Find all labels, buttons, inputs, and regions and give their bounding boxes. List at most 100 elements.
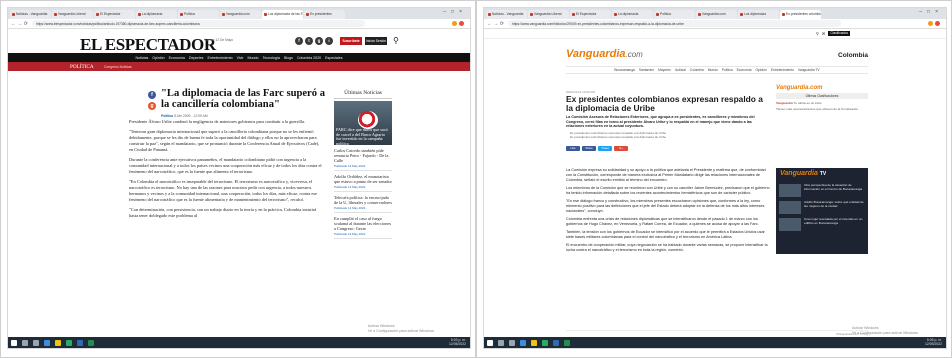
related-link[interactable]: Ex presidentes colombianos expresan resp… bbox=[570, 135, 760, 139]
extension-icon[interactable] bbox=[459, 21, 464, 26]
windows-start-icon[interactable] bbox=[11, 339, 17, 346]
site-logo[interactable]: Vanguardia.com bbox=[566, 48, 643, 60]
tweet-button[interactable]: Tweet bbox=[598, 146, 612, 151]
edge-icon[interactable] bbox=[520, 339, 526, 346]
nav-item[interactable]: Vivir bbox=[237, 56, 244, 60]
nav-item[interactable]: Noticias bbox=[135, 56, 148, 60]
login-button[interactable]: Iniciar Sesión bbox=[365, 37, 387, 45]
browser-tab[interactable]: Vanguardia.com bbox=[696, 10, 737, 19]
back-forward-reload-icon[interactable]: ← → ⟳ bbox=[487, 21, 504, 27]
browser-tab[interactable]: Política bbox=[178, 10, 219, 19]
list-item[interactable]: Telecafa política: la encrucijada de la … bbox=[334, 192, 392, 213]
list-item-title[interactable]: En cumplió el caso al fuego sculamá al d… bbox=[334, 216, 392, 231]
list-item[interactable]: Carlos Caicedo también pide renuncia Pet… bbox=[334, 145, 392, 171]
browser-tab[interactable]: La diplomacia bbox=[136, 10, 177, 19]
list-item[interactable]: Adolfo Ordóñez, el monotarista que estuv… bbox=[334, 171, 392, 192]
google-plus-icon[interactable]: g bbox=[315, 37, 323, 45]
nav-item[interactable]: Mundo bbox=[708, 68, 718, 72]
extension-icon[interactable] bbox=[935, 21, 940, 26]
article-author[interactable]: Política bbox=[161, 114, 173, 118]
browser-tab[interactable]: Vanguardia Liberal bbox=[52, 10, 93, 19]
list-item-title[interactable]: Telecafa política: la encrucijada de la … bbox=[334, 195, 392, 205]
window-controls-icon[interactable]: –□× bbox=[443, 9, 467, 15]
nav-item[interactable]: Colombia bbox=[690, 68, 704, 72]
nav-item[interactable]: Blogs bbox=[284, 56, 293, 60]
nav-item[interactable]: Opinión bbox=[152, 56, 164, 60]
search-icon[interactable] bbox=[22, 339, 28, 346]
tv-widget-header[interactable]: Vanguardia TV bbox=[776, 168, 868, 182]
site-logo[interactable]: EL ESPECTADOR bbox=[80, 35, 216, 55]
sidebar-brand[interactable]: Vanguardia.com bbox=[776, 85, 868, 91]
browser-tab[interactable]: El Espectador bbox=[570, 10, 611, 19]
section-subnav[interactable]: Congreso Noticias bbox=[104, 65, 132, 69]
file-explorer-icon[interactable] bbox=[55, 339, 61, 346]
windows-start-icon[interactable] bbox=[487, 339, 493, 346]
nav-item[interactable]: Mayores bbox=[658, 68, 671, 72]
browser-tab[interactable]: Vanguardia.com bbox=[220, 10, 261, 19]
file-explorer-icon[interactable] bbox=[531, 339, 537, 346]
chrome-icon[interactable] bbox=[66, 339, 72, 346]
system-tray[interactable]: 5:03 p. m. 12/05/2022 bbox=[449, 338, 466, 346]
back-forward-reload-icon[interactable]: ← → ⟳ bbox=[11, 21, 28, 27]
chrome-icon[interactable] bbox=[542, 339, 548, 346]
nav-item[interactable]: Mundo bbox=[248, 56, 259, 60]
browser-tab[interactable]: Noticias - Vanguardia bbox=[486, 10, 527, 19]
window-controls-icon[interactable]: –□× bbox=[919, 9, 943, 15]
sidebar-line[interactable]: Vanguardia Tu oferta es un éxito bbox=[776, 101, 868, 105]
excel-icon[interactable] bbox=[88, 339, 94, 346]
nav-item[interactable]: Política bbox=[722, 68, 733, 72]
search-icon[interactable] bbox=[498, 339, 504, 346]
task-view-icon[interactable] bbox=[509, 339, 515, 346]
video-thumbnail[interactable] bbox=[779, 218, 801, 231]
url-field[interactable]: https://www.vanguardia.com/historico/290… bbox=[507, 20, 841, 27]
browser-tab[interactable]: Ex presidentes bbox=[304, 10, 345, 19]
system-tray[interactable]: 5:05 p. m. 12/05/2022 bbox=[925, 338, 942, 346]
list-item[interactable]: Adolfo Bucaramanga: sobre qué entidad de… bbox=[776, 199, 868, 216]
sidebar-pill[interactable]: Últimas Clasificaciones bbox=[776, 93, 868, 99]
sidebar-line[interactable]: Tienen más reconocimientos que ofrecen d… bbox=[776, 107, 868, 111]
browser-tab[interactable]: Vanguardia Liberal bbox=[528, 10, 569, 19]
browser-tab[interactable]: El Espectador bbox=[94, 10, 135, 19]
share-facebook-icon[interactable]: f bbox=[148, 91, 156, 99]
nav-item[interactable]: Entretenimiento bbox=[207, 56, 232, 60]
browser-tab-active[interactable]: Los diplomacia de las Farc bbox=[262, 10, 303, 19]
feature-caption[interactable]: FARC dice que duros que sacó de carcel a… bbox=[336, 127, 390, 145]
search-icon[interactable]: ⚲ bbox=[393, 36, 399, 45]
instagram-icon[interactable]: i bbox=[325, 37, 333, 45]
list-item[interactable]: Una mujer rescatada por el incendio en u… bbox=[776, 216, 868, 233]
list-item[interactable]: Otra perspectiva de la situación de info… bbox=[776, 182, 868, 199]
facebook-like-button[interactable]: Like bbox=[566, 146, 580, 151]
feature-image[interactable]: FARC dice que duros que sacó de carcel a… bbox=[334, 101, 392, 145]
video-title[interactable]: Una mujer rescatada por el incendio en u… bbox=[804, 217, 865, 231]
browser-tab[interactable]: La diplomacia bbox=[612, 10, 653, 19]
browser-tab-active[interactable]: Ex presidentes colombianos bbox=[780, 10, 821, 19]
nav-item[interactable]: Bucaramanga bbox=[614, 68, 635, 72]
browser-tab[interactable]: Noticias - Vanguardia bbox=[10, 10, 51, 19]
nav-item[interactable]: Economía bbox=[737, 68, 752, 72]
video-title[interactable]: Adolfo Bucaramanga: sobre qué entidad de… bbox=[804, 200, 865, 214]
extension-icon[interactable] bbox=[928, 21, 933, 26]
section-title[interactable]: POLÍTICA bbox=[70, 64, 94, 70]
classifieds-button[interactable]: Clasificados bbox=[828, 30, 850, 36]
subscribe-button[interactable]: Suscríbete bbox=[340, 37, 362, 45]
nav-item[interactable]: Vanguardia TV bbox=[798, 68, 820, 72]
list-item-title[interactable]: Carlos Caicedo también pide renuncia Pet… bbox=[334, 148, 392, 163]
list-item[interactable]: En cumplió el caso al fuego sculamá al d… bbox=[334, 213, 392, 239]
search-icon[interactable]: ⚲ bbox=[816, 31, 819, 36]
word-icon[interactable] bbox=[77, 339, 83, 346]
nav-item[interactable]: Colombia 2020 bbox=[297, 56, 321, 60]
share-google-icon[interactable]: g bbox=[148, 102, 156, 110]
nav-item[interactable]: Entretenimiento bbox=[771, 68, 794, 72]
nav-item[interactable]: Deportes bbox=[189, 56, 204, 60]
twitter-icon[interactable]: t bbox=[305, 37, 313, 45]
list-item-title[interactable]: Adolfo Ordóñez, el monotarista que estuv… bbox=[334, 174, 392, 184]
excel-icon[interactable] bbox=[564, 339, 570, 346]
google-plus-button[interactable]: G+ bbox=[614, 146, 628, 151]
extension-icon[interactable] bbox=[452, 21, 457, 26]
browser-tab[interactable]: Política bbox=[654, 10, 695, 19]
nav-item[interactable]: Santander bbox=[639, 68, 654, 72]
mail-icon[interactable]: ✉ bbox=[822, 31, 825, 36]
facebook-icon[interactable]: f bbox=[295, 37, 303, 45]
word-icon[interactable] bbox=[553, 339, 559, 346]
browser-tab[interactable]: Los diplomacia bbox=[738, 10, 779, 19]
